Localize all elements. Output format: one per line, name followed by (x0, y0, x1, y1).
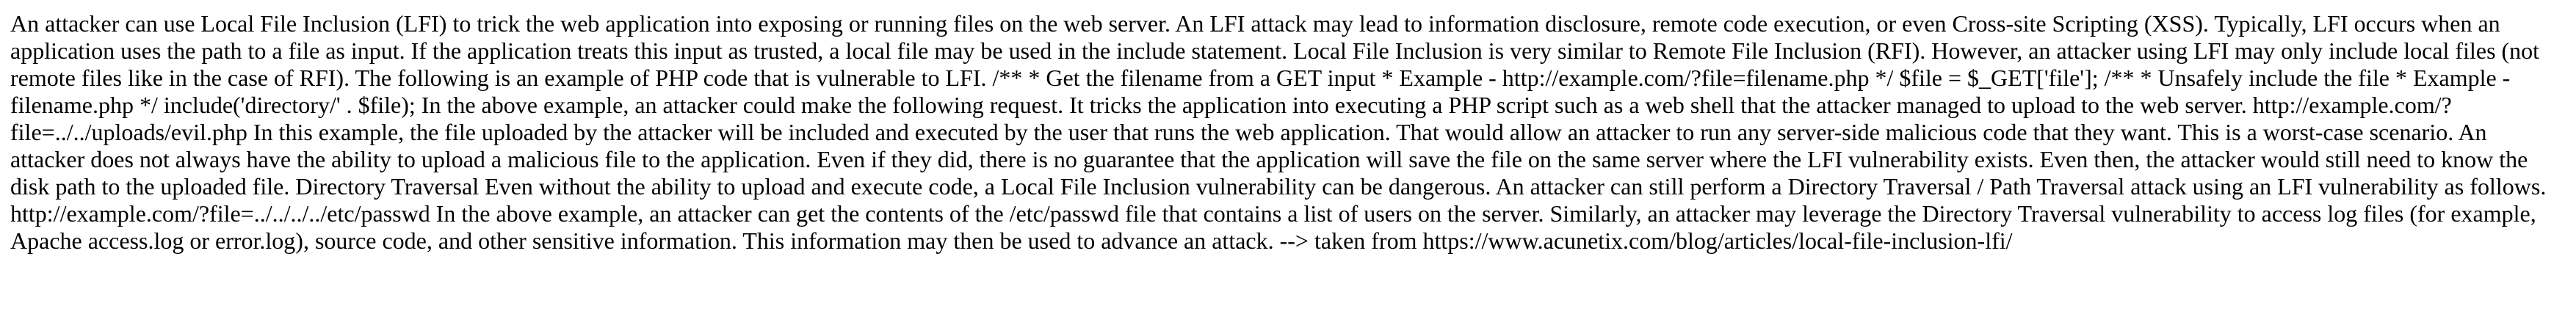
document-page: An attacker can use Local File Inclusion… (10, 10, 2566, 255)
body-paragraph: An attacker can use Local File Inclusion… (10, 10, 2547, 254)
